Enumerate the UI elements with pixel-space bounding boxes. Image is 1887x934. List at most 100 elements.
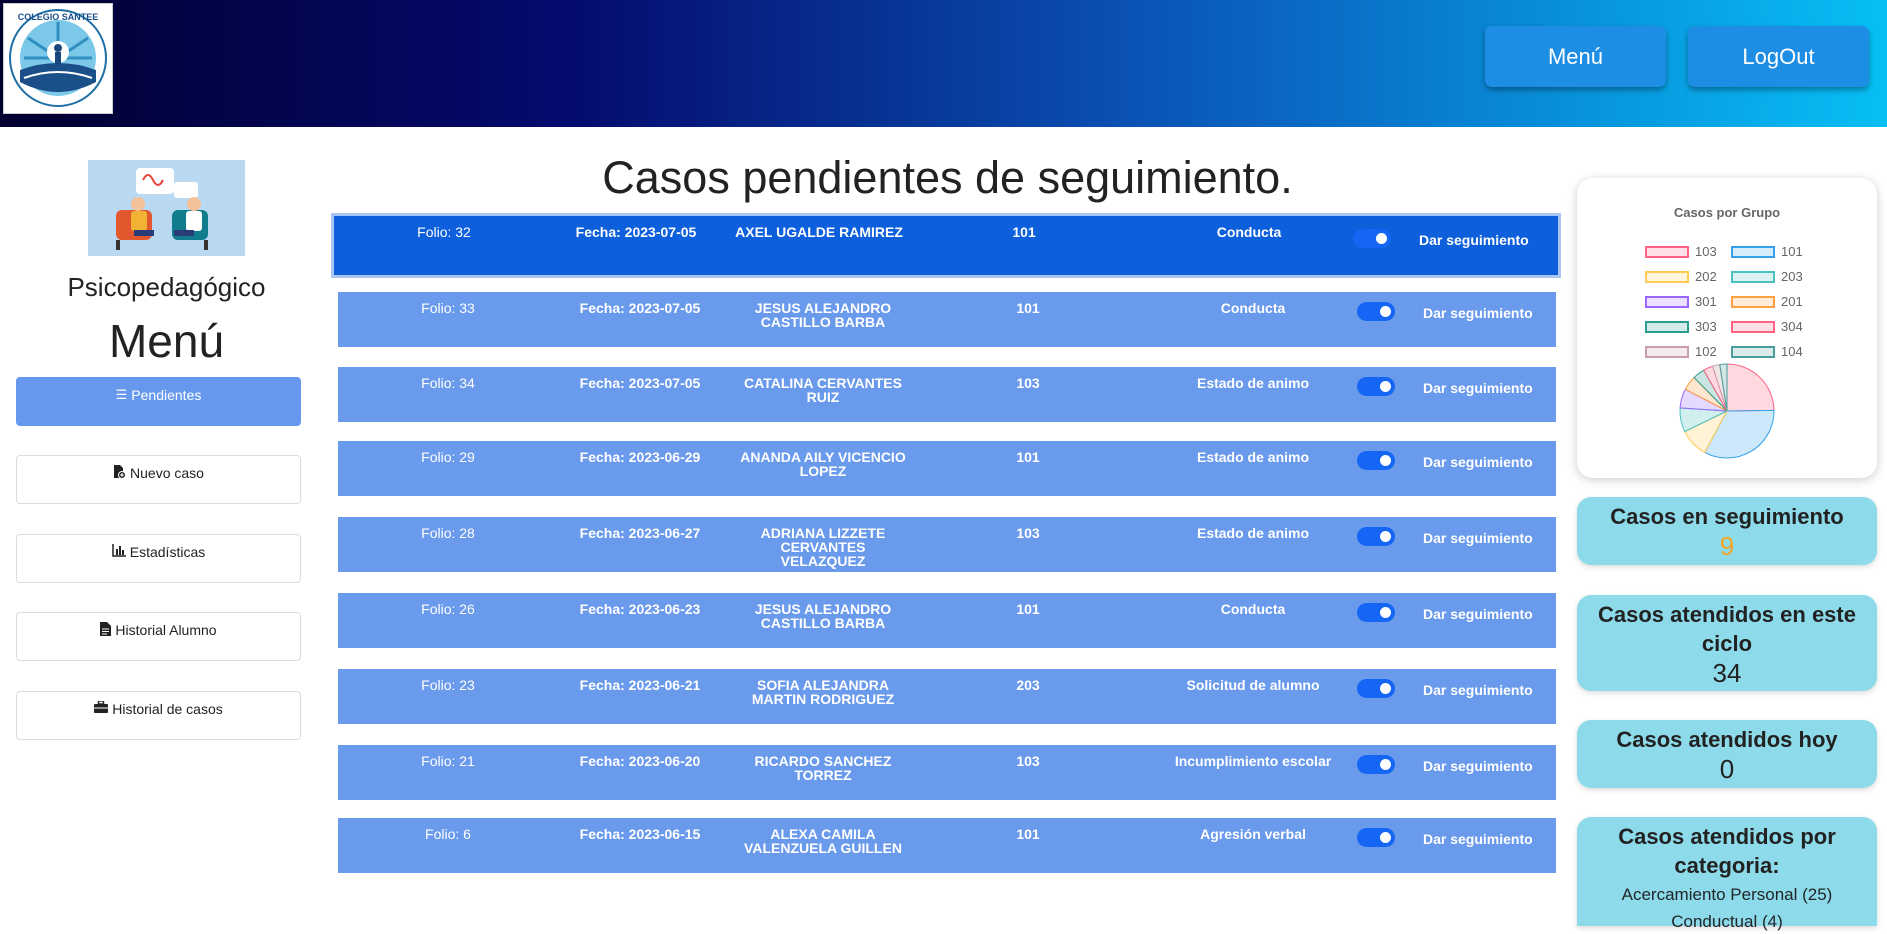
case-row[interactable]: Folio: 32 Fecha: 2023-07-05 AXEL UGALDE … — [331, 213, 1561, 278]
case-group: 101 — [1016, 300, 1040, 316]
case-category: Incumplimiento escolar — [1174, 753, 1332, 769]
stat-label: Casos atendidos hoy — [1616, 727, 1838, 752]
case-row[interactable]: Folio: 29 Fecha: 2023-06-29 ANANDA AILY … — [338, 441, 1556, 496]
case-row[interactable]: Folio: 6 Fecha: 2023-06-15 ALEXA CAMILA … — [338, 818, 1556, 873]
stat-value: 34 — [1712, 658, 1742, 688]
case-row[interactable]: Folio: 23 Fecha: 2023-06-21 SOFIA ALEJAN… — [338, 669, 1556, 724]
dar-seguimiento-label[interactable]: Dar seguimiento — [1423, 682, 1553, 698]
case-student-name: JESUS ALEJANDRO CASTILLO BARBA — [754, 300, 892, 330]
follow-up-toggle[interactable] — [1357, 755, 1395, 774]
sidebar-caption: Psicopedagógico — [67, 272, 266, 302]
case-row[interactable]: Folio: 21 Fecha: 2023-06-20 RICARDO SANC… — [338, 745, 1556, 800]
casos-atendidos-ciclo-card: Casos atendidos en este ciclo 34 — [1577, 595, 1877, 691]
briefcase-icon — [94, 700, 109, 739]
sidebar-item-historial-de-casos[interactable]: Historial de casos — [16, 691, 301, 740]
sidebar-item-estadisticas[interactable]: Estadísticas — [16, 534, 301, 583]
top-header: COLEGIO SANTEE Menú LogOut — [0, 0, 1887, 127]
file-plus-icon — [113, 465, 127, 503]
casos-atendidos-hoy-card: Casos atendidos hoy 0 — [1577, 720, 1877, 788]
sidebar-item-pendientes[interactable]: ☰ Pendientes — [16, 377, 301, 426]
dar-seguimiento-label[interactable]: Dar seguimiento — [1423, 758, 1553, 774]
case-fecha: Fecha: 2023-06-27 — [579, 525, 701, 541]
case-fecha: Fecha: 2023-07-05 — [579, 375, 701, 391]
case-group: 103 — [1016, 525, 1040, 541]
sidebar-title: Menú — [108, 315, 225, 367]
case-folio: Folio: 21 — [421, 753, 475, 769]
case-row[interactable]: Folio: 34 Fecha: 2023-07-05 CATALINA CER… — [338, 367, 1556, 422]
case-row[interactable]: Folio: 26 Fecha: 2023-06-23 JESUS ALEJAN… — [338, 593, 1556, 648]
categoria-item: Conductual (4) — [1671, 912, 1783, 931]
case-group: 203 — [1016, 677, 1040, 693]
sidebar-item-label: Nuevo caso — [130, 465, 204, 481]
sidebar-item-nuevo-caso[interactable]: Nuevo caso — [16, 455, 301, 504]
psicopedagogico-illustration — [88, 160, 245, 256]
follow-up-toggle[interactable] — [1357, 451, 1395, 470]
case-group: 103 — [1016, 753, 1040, 769]
stat-label: Casos atendidos en este ciclo — [1598, 602, 1856, 656]
case-category: Solicitud de alumno — [1186, 677, 1320, 693]
file-icon — [100, 622, 112, 660]
case-category: Estado de animo — [1196, 449, 1310, 465]
stat-label: Casos atendidos por categoria: — [1618, 824, 1836, 878]
case-student-name: JESUS ALEJANDRO CASTILLO BARBA — [754, 601, 892, 631]
follow-up-toggle[interactable] — [1357, 603, 1395, 622]
case-folio: Folio: 28 — [421, 525, 475, 541]
case-fecha: Fecha: 2023-07-05 — [575, 224, 697, 240]
casos-por-categoria-card: Casos atendidos por categoria: Acercamie… — [1577, 817, 1877, 931]
sidebar-item-label: Estadísticas — [129, 544, 206, 560]
case-group: 103 — [1016, 375, 1040, 391]
case-student-name: AXEL UGALDE RAMIREZ — [735, 224, 903, 240]
pie-slice[interactable] — [1726, 363, 1775, 412]
case-fecha: Fecha: 2023-06-15 — [579, 826, 701, 842]
case-group: 101 — [1012, 224, 1036, 240]
case-fecha: Fecha: 2023-06-23 — [579, 601, 701, 617]
case-student-name: ADRIANA LIZZETE CERVANTES VELAZQUEZ — [760, 525, 886, 569]
case-folio: Folio: 32 — [417, 224, 471, 240]
case-fecha: Fecha: 2023-06-20 — [579, 753, 701, 769]
sidebar-item-historial-alumno[interactable]: Historial Alumno — [16, 612, 301, 661]
bars-icon: ☰ — [115, 387, 128, 402]
case-row[interactable]: Folio: 33 Fecha: 2023-07-05 JESUS ALEJAN… — [338, 292, 1556, 347]
follow-up-toggle[interactable] — [1357, 302, 1395, 321]
logout-button[interactable]: LogOut — [1688, 26, 1869, 87]
dar-seguimiento-label[interactable]: Dar seguimiento — [1423, 380, 1553, 396]
case-folio: Folio: 6 — [425, 826, 471, 842]
case-group: 101 — [1016, 601, 1040, 617]
bar-chart-icon — [112, 544, 126, 582]
stat-label: Casos en seguimiento — [1610, 504, 1844, 529]
case-category: Conducta — [1216, 224, 1282, 240]
dar-seguimiento-label[interactable]: Dar seguimiento — [1419, 232, 1549, 248]
dar-seguimiento-label[interactable]: Dar seguimiento — [1423, 305, 1553, 321]
dar-seguimiento-label[interactable]: Dar seguimiento — [1423, 530, 1553, 546]
dar-seguimiento-label[interactable]: Dar seguimiento — [1423, 454, 1553, 470]
case-fecha: Fecha: 2023-06-21 — [579, 677, 701, 693]
sidebar-item-label: Historial Alumno — [115, 622, 217, 638]
case-category: Conducta — [1220, 300, 1286, 316]
case-folio: Folio: 29 — [421, 449, 475, 465]
case-group: 101 — [1016, 826, 1040, 842]
case-student-name: RICARDO SANCHEZ TORREZ — [754, 753, 892, 783]
case-group: 101 — [1016, 449, 1040, 465]
colegio-santee-logo[interactable]: COLEGIO SANTEE — [3, 3, 113, 114]
case-category: Agresión verbal — [1200, 826, 1306, 842]
follow-up-toggle[interactable] — [1353, 229, 1391, 248]
case-row[interactable]: Folio: 28 Fecha: 2023-06-27 ADRIANA LIZZ… — [338, 517, 1556, 572]
case-category: Estado de animo — [1196, 525, 1310, 541]
case-folio: Folio: 26 — [421, 601, 475, 617]
follow-up-toggle[interactable] — [1357, 679, 1395, 698]
sidebar-item-label: Pendientes — [131, 387, 202, 403]
dar-seguimiento-label[interactable]: Dar seguimiento — [1423, 606, 1553, 622]
case-student-name: CATALINA CERVANTES RUIZ — [744, 375, 902, 405]
menu-button[interactable]: Menú — [1485, 26, 1666, 87]
follow-up-toggle[interactable] — [1357, 377, 1395, 396]
follow-up-toggle[interactable] — [1357, 527, 1395, 546]
case-category: Conducta — [1220, 601, 1286, 617]
dar-seguimiento-label[interactable]: Dar seguimiento — [1423, 831, 1553, 847]
logo-text: COLEGIO SANTEE — [18, 12, 99, 22]
case-category: Estado de animo — [1196, 375, 1310, 391]
casos-en-seguimiento-card: Casos en seguimiento 9 — [1577, 497, 1877, 565]
stat-value: 0 — [1719, 754, 1735, 784]
case-folio: Folio: 33 — [421, 300, 475, 316]
follow-up-toggle[interactable] — [1357, 828, 1395, 847]
pie-chart — [1679, 363, 1775, 459]
